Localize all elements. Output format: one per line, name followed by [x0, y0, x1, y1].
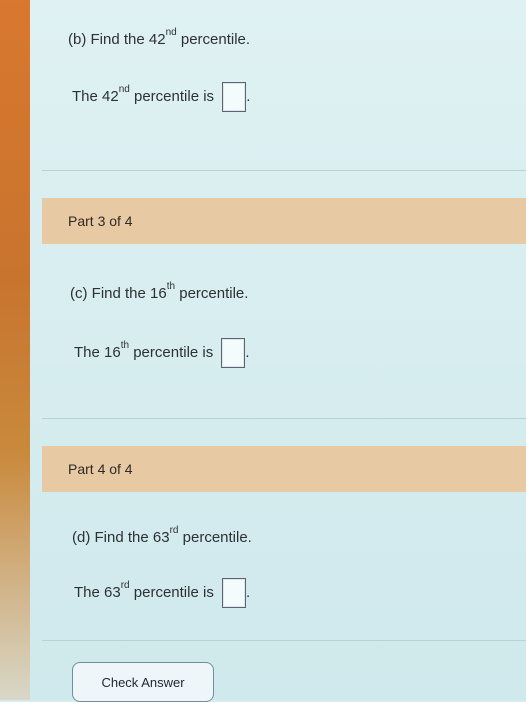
- prompt-tail: percentile.: [176, 31, 251, 48]
- ordinal-suffix: nd: [165, 27, 177, 38]
- ordinal-number: 16: [150, 285, 167, 302]
- section-divider: [42, 640, 526, 641]
- part-4-header: Part 4 of 4: [42, 446, 526, 492]
- ordinal-suffix: nd: [118, 83, 130, 95]
- answer-input-b[interactable]: [222, 82, 247, 112]
- ordinal-suffix: rd: [169, 525, 179, 536]
- ordinal-number: 16: [104, 343, 121, 361]
- prompt-text: (d) Find the: [72, 529, 153, 546]
- answer-text: percentile is: [129, 343, 218, 361]
- answer-input-c[interactable]: [221, 338, 246, 368]
- answer-prefix: The: [74, 583, 105, 601]
- check-answer-button[interactable]: Check Answer: [72, 662, 214, 702]
- period: .: [245, 583, 251, 601]
- question-b-prompt: (b) Find the 42nd percentile.: [68, 27, 251, 48]
- answer-input-d[interactable]: [221, 578, 246, 608]
- prompt-text: (c) Find the: [70, 285, 151, 302]
- period: .: [246, 87, 251, 105]
- answer-prefix: The: [72, 87, 103, 105]
- ordinal-number: 63: [104, 583, 121, 601]
- prompt-text: (b) Find the: [68, 31, 149, 48]
- ordinal-number: 63: [152, 529, 170, 546]
- ordinal-suffix: th: [166, 281, 176, 292]
- answer-text: percentile is: [129, 583, 218, 601]
- period: .: [245, 343, 250, 361]
- left-edge-strip: [0, 0, 30, 700]
- question-c-prompt: (c) Find the 16th percentile.: [70, 281, 249, 302]
- part-3-header: Part 3 of 4: [42, 198, 526, 244]
- section-divider: [42, 170, 526, 171]
- part-3-label: Part 3 of 4: [68, 213, 133, 229]
- answer-text: percentile is: [129, 87, 219, 105]
- question-c-answer-line: The 16th percentile is .: [74, 338, 250, 368]
- part-4-label: Part 4 of 4: [68, 461, 133, 477]
- prompt-tail: percentile.: [178, 529, 252, 546]
- question-b-answer-line: The 42nd percentile is .: [72, 82, 250, 112]
- question-d-answer-line: The 63rd percentile is .: [74, 578, 250, 608]
- ordinal-suffix: rd: [120, 579, 130, 591]
- section-divider: [42, 418, 526, 419]
- question-d-prompt: (d) Find the 63rd percentile.: [72, 525, 252, 546]
- prompt-tail: percentile.: [175, 285, 249, 302]
- ordinal-number: 42: [148, 31, 166, 48]
- answer-prefix: The: [74, 343, 105, 361]
- check-answer-label: Check Answer: [101, 674, 185, 690]
- ordinal-suffix: th: [120, 339, 130, 351]
- ordinal-number: 42: [102, 87, 119, 105]
